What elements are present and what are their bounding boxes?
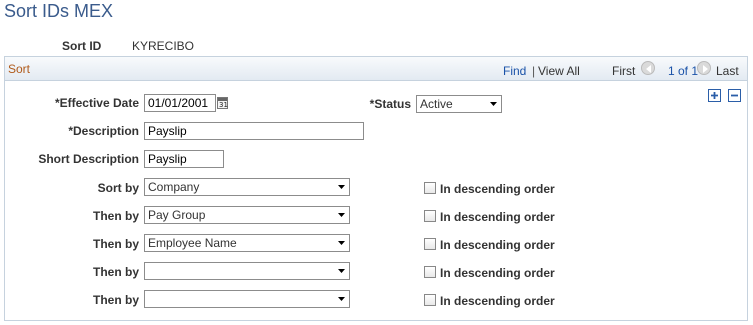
description-input[interactable]: Payslip: [144, 122, 364, 140]
chevron-down-icon: [490, 102, 497, 106]
calendar-icon-glyph: 31: [219, 101, 228, 109]
chevron-down-icon: [338, 269, 345, 273]
next-row-button[interactable]: [697, 61, 711, 75]
panel-title: Sort: [8, 62, 31, 76]
effective-date-label: *Effective Date: [54, 96, 139, 110]
chevron-down-icon: [338, 185, 345, 189]
chevron-right-icon: [703, 65, 708, 73]
descending-label: In descending order: [440, 266, 555, 280]
then-by-select[interactable]: Employee Name: [144, 234, 350, 252]
then-by-value: Pay Group: [148, 208, 206, 222]
status-label: *Status: [369, 97, 411, 111]
descending-checkbox[interactable]: [424, 294, 436, 306]
chevron-down-icon: [338, 213, 345, 217]
then-by-label: Then by: [92, 209, 139, 223]
last-label: Last: [716, 64, 739, 78]
delete-row-button[interactable]: [728, 89, 741, 102]
plus-icon: [711, 92, 718, 99]
prev-row-button[interactable]: [641, 61, 655, 75]
sort-id-label: Sort ID: [62, 39, 102, 53]
view-all-link[interactable]: View All: [538, 64, 580, 78]
then-by-label: Then by: [92, 293, 139, 307]
descending-label: In descending order: [440, 210, 555, 224]
descending-label: In descending order: [440, 238, 555, 252]
status-value: Active: [420, 97, 453, 111]
chevron-down-icon: [338, 241, 345, 245]
sort-panel: Sort Find | View All First 1 of 1 Last *…: [4, 56, 748, 321]
then-by-label: Then by: [92, 237, 139, 251]
then-by-select[interactable]: [144, 290, 350, 308]
panel-header: Sort Find | View All First 1 of 1 Last: [5, 57, 747, 81]
then-by-label: Then by: [92, 265, 139, 279]
then-by-value: Employee Name: [148, 236, 237, 250]
sort-by-select[interactable]: Company: [144, 178, 350, 196]
descending-checkbox[interactable]: [424, 238, 436, 250]
add-row-button[interactable]: [708, 89, 721, 102]
sort-by-value: Company: [148, 180, 200, 194]
row-count: 1 of 1: [668, 64, 699, 78]
then-by-select[interactable]: [144, 262, 350, 280]
descending-checkbox[interactable]: [424, 266, 436, 278]
chevron-left-icon: [646, 65, 651, 73]
nav-separator: |: [532, 64, 536, 78]
minus-icon: [731, 94, 738, 97]
description-label: *Description: [68, 124, 139, 138]
descending-label: In descending order: [440, 294, 555, 308]
calendar-icon[interactable]: 31: [217, 97, 228, 109]
chevron-down-icon: [338, 297, 345, 301]
page-title: Sort IDs MEX: [4, 1, 114, 21]
first-label: First: [612, 64, 636, 78]
effective-date-input[interactable]: 01/01/2001: [144, 94, 216, 112]
short-description-input[interactable]: Payslip: [144, 150, 224, 168]
descending-checkbox[interactable]: [424, 210, 436, 222]
find-link[interactable]: Find: [503, 64, 526, 78]
short-description-label: Short Description: [38, 152, 139, 166]
descending-label: In descending order: [440, 182, 555, 196]
descending-checkbox[interactable]: [424, 182, 436, 194]
then-by-select[interactable]: Pay Group: [144, 206, 350, 224]
sort-by-label: Sort by: [97, 181, 139, 195]
sort-id-value: KYRECIBO: [132, 39, 195, 53]
status-select[interactable]: Active: [416, 95, 502, 113]
